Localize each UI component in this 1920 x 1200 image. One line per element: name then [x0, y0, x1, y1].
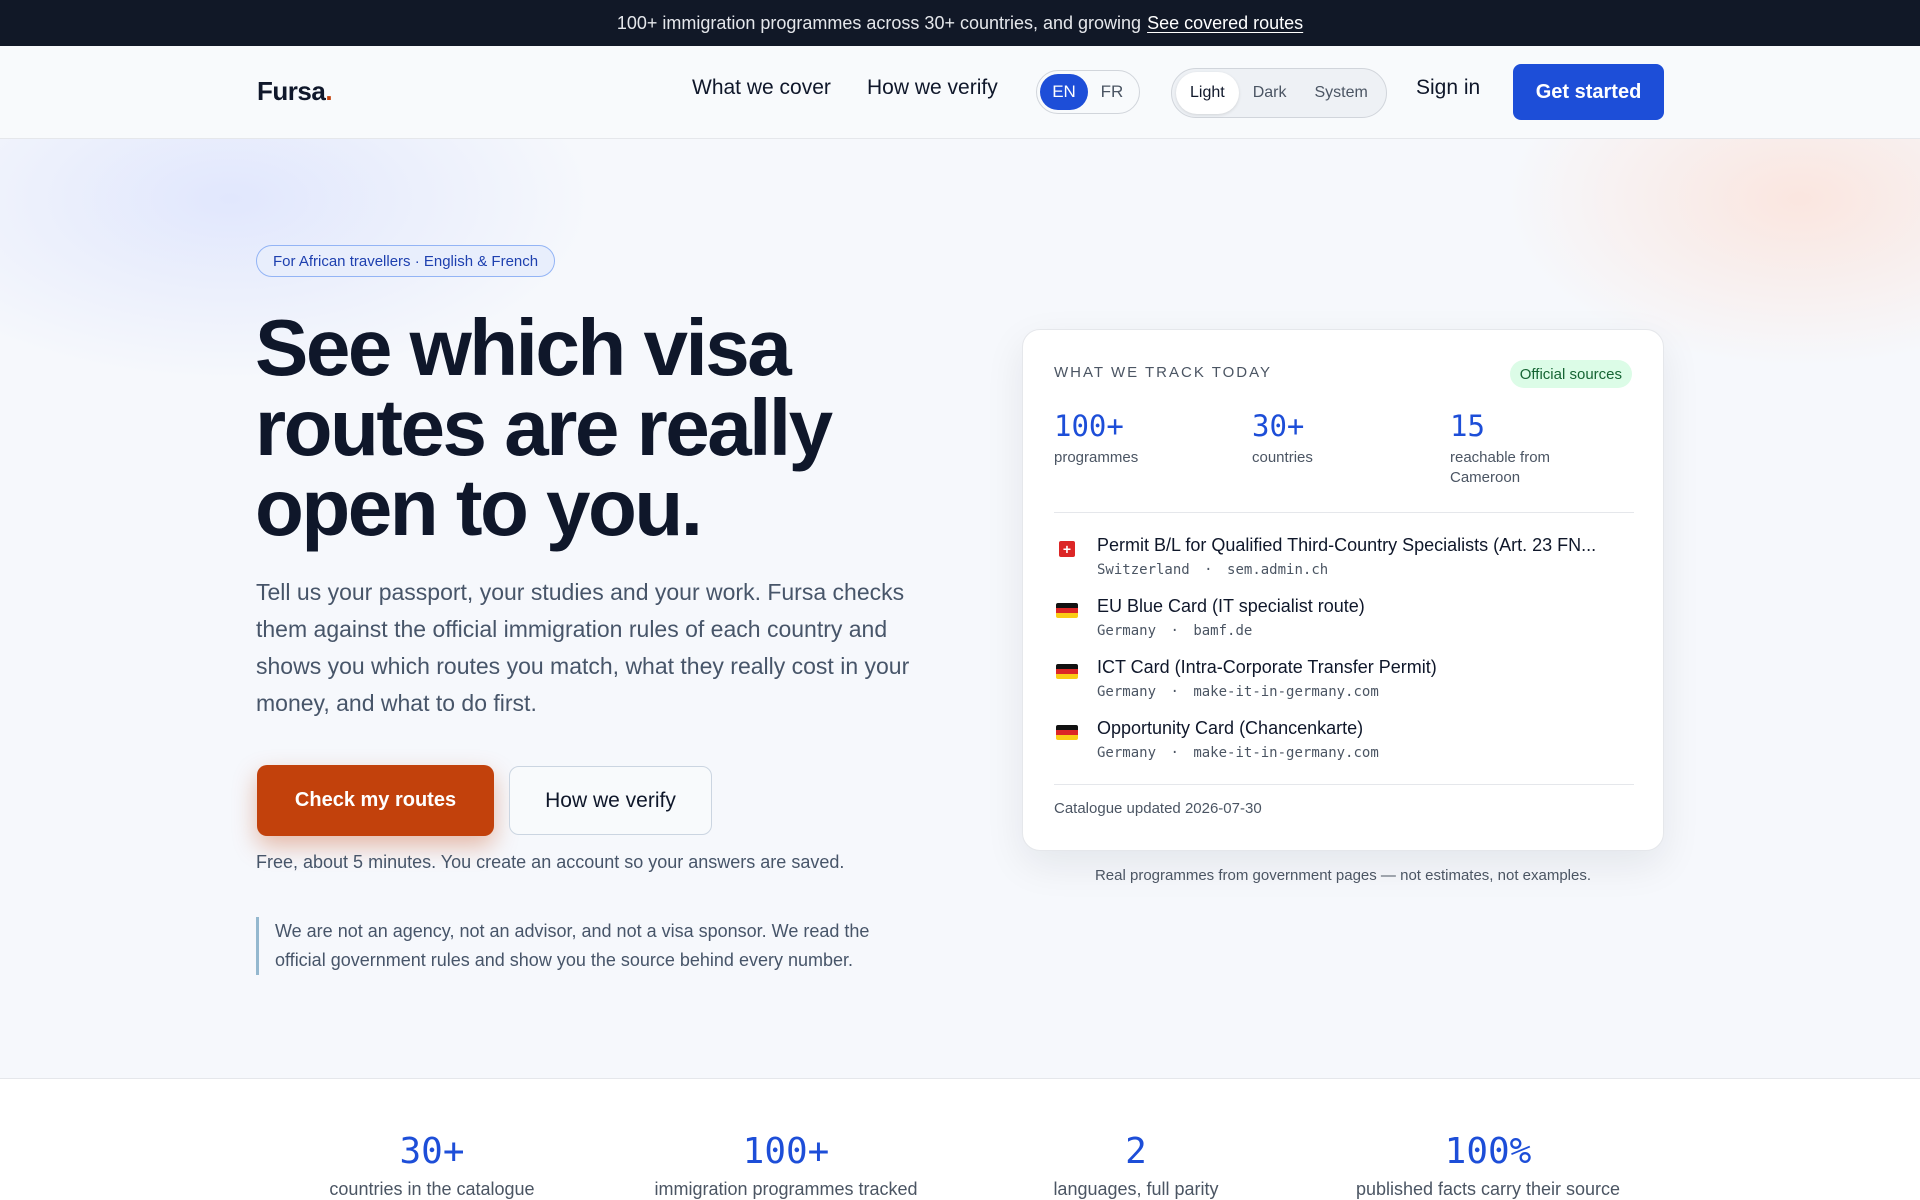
- strip-stat: 100+ immigration programmes tracked: [641, 1131, 931, 1200]
- nav-how-we-verify[interactable]: How we verify: [867, 76, 998, 100]
- announcement-text: 100+ immigration programmes across 30+ c…: [616, 12, 1142, 33]
- route-name: ICT Card (Intra-Corporate Transfer Permi…: [1097, 657, 1437, 677]
- hero-title: See which visa routes are really open to…: [255, 303, 833, 552]
- nav-what-we-cover[interactable]: What we cover: [692, 76, 831, 100]
- germany-flag-icon: [1056, 725, 1078, 740]
- route-item[interactable]: + Permit B/L for Qualified Third-Country…: [1054, 535, 1634, 587]
- strip-stat-label: published facts carry their source: [1355, 1179, 1621, 1199]
- card-stat-value: 15: [1450, 409, 1485, 443]
- strip-stat-value: 100+: [742, 1131, 830, 1172]
- theme-toggle: Light Dark System: [1171, 68, 1387, 118]
- card-stat-label: reachable from Cameroon: [1450, 449, 1551, 486]
- card-stat-value: 30+: [1252, 409, 1305, 443]
- audience-pill: For African travellers · English & Frenc…: [256, 245, 556, 277]
- card-label: What we track today: [1054, 364, 1273, 381]
- strip-stat-value: 100%: [1444, 1131, 1532, 1172]
- theme-option-system[interactable]: System: [1300, 72, 1381, 114]
- route-country: Germany: [1097, 684, 1157, 700]
- strip-stat-value: 2: [1125, 1131, 1147, 1172]
- card-stat-label: programmes: [1054, 449, 1139, 466]
- germany-flag-icon: [1056, 603, 1078, 618]
- route-meta-separator: ·: [1170, 684, 1179, 700]
- route-item[interactable]: EU Blue Card (IT specialist route) Germa…: [1054, 596, 1634, 648]
- route-source: sem.admin.ch: [1227, 562, 1329, 578]
- card-stat-value: 100+: [1054, 409, 1124, 443]
- language-option-fr[interactable]: FR: [1088, 74, 1136, 110]
- route-meta: Switzerland · sem.admin.ch: [1097, 562, 1328, 578]
- language-option-en[interactable]: EN: [1040, 74, 1088, 110]
- route-meta: Germany · bamf.de: [1097, 623, 1252, 639]
- card-divider: [1054, 512, 1634, 513]
- route-source: make-it-in-germany.com: [1193, 745, 1379, 761]
- logo-text: Fursa: [257, 76, 326, 106]
- disclaimer-quote: We are not an agency, not an advisor, an…: [256, 917, 916, 975]
- tracking-card: What we track today Official sources 100…: [1022, 329, 1664, 851]
- sign-in-link[interactable]: Sign in: [1416, 76, 1480, 100]
- hero-subtitle: Tell us your passport, your studies and …: [256, 579, 910, 716]
- route-meta: Germany · make-it-in-germany.com: [1097, 684, 1379, 700]
- card-caption: Real programmes from government pages — …: [1094, 867, 1592, 884]
- route-meta-separator: ·: [1204, 562, 1213, 578]
- see-covered-routes-link[interactable]: See covered routes: [1147, 13, 1303, 34]
- route-name: Opportunity Card (Chancenkarte): [1097, 718, 1364, 738]
- logo-dot: .: [325, 76, 333, 106]
- route-name: EU Blue Card (IT specialist route): [1097, 596, 1365, 616]
- route-source: make-it-in-germany.com: [1193, 684, 1379, 700]
- get-started-button[interactable]: Get started: [1513, 64, 1664, 120]
- germany-flag-icon: [1056, 664, 1078, 679]
- route-source: bamf.de: [1193, 623, 1253, 639]
- official-sources-badge: Official sources: [1509, 360, 1632, 388]
- logo[interactable]: Fursa.: [257, 76, 333, 107]
- catalogue-updated: Catalogue updated 2026-07-30: [1054, 800, 1262, 817]
- strip-stat-value: 30+: [399, 1131, 465, 1172]
- route-item[interactable]: Opportunity Card (Chancenkarte) Germany …: [1054, 718, 1634, 770]
- card-stat: 100+ programmes: [1054, 408, 1234, 468]
- route-meta: Germany · make-it-in-germany.com: [1097, 745, 1379, 761]
- route-country: Germany: [1097, 623, 1157, 639]
- switzerland-flag-icon: +: [1059, 541, 1075, 557]
- theme-option-light[interactable]: Light: [1176, 72, 1239, 114]
- strip-stat-label: languages, full parity: [1053, 1179, 1219, 1199]
- strip-stat: 30+ countries in the catalogue: [322, 1131, 542, 1200]
- hero-note: Free, about 5 minutes. You create an acc…: [256, 852, 845, 872]
- route-meta-separator: ·: [1170, 623, 1179, 639]
- strip-stat: 2 languages, full parity: [1036, 1131, 1236, 1200]
- theme-option-dark[interactable]: Dark: [1239, 72, 1301, 114]
- card-stat: 30+ countries: [1252, 408, 1432, 468]
- card-divider: [1054, 784, 1634, 785]
- card-stat-label: countries: [1252, 449, 1313, 466]
- route-item[interactable]: ICT Card (Intra-Corporate Transfer Permi…: [1054, 657, 1634, 709]
- strip-stat-label: countries in the catalogue: [329, 1179, 535, 1199]
- route-country: Germany: [1097, 745, 1157, 761]
- route-country: Switzerland: [1097, 562, 1190, 578]
- how-we-verify-button[interactable]: How we verify: [509, 766, 712, 835]
- announcement-bar: 100+ immigration programmes across 30+ c…: [0, 0, 1920, 46]
- stats-strip: 30+ countries in the catalogue 100+ immi…: [0, 1078, 1920, 1200]
- route-meta-separator: ·: [1170, 745, 1179, 761]
- route-name: Permit B/L for Qualified Third-Country S…: [1097, 535, 1597, 555]
- language-toggle: EN FR: [1036, 70, 1140, 114]
- check-my-routes-button[interactable]: Check my routes: [257, 765, 494, 836]
- card-stat: 15 reachable from Cameroon: [1450, 408, 1580, 488]
- site-header: Fursa. What we cover How we verify EN FR…: [0, 46, 1920, 139]
- strip-stat-label: immigration programmes tracked: [654, 1179, 918, 1199]
- strip-stat: 100% published facts carry their source: [1338, 1131, 1638, 1200]
